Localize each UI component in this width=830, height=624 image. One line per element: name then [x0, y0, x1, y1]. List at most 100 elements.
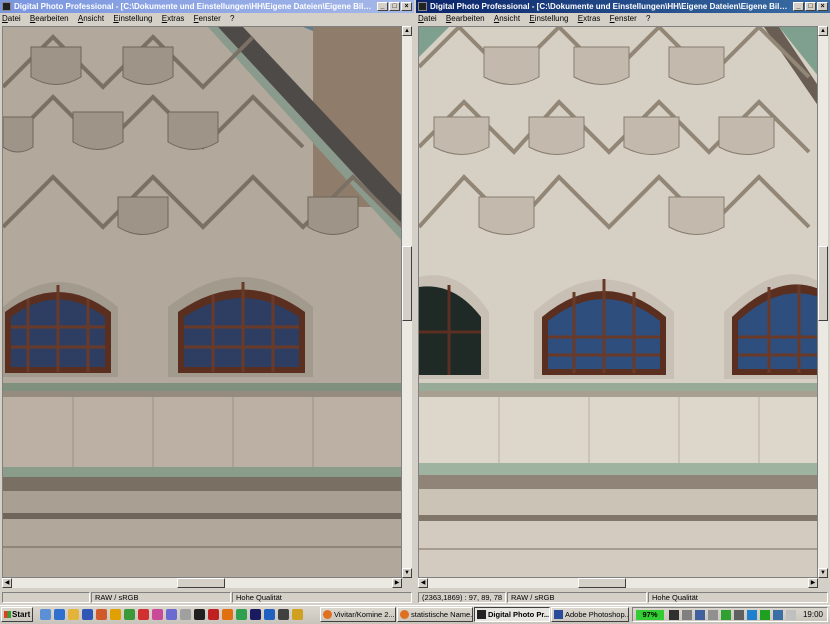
- app-icon[interactable]: [138, 609, 149, 620]
- tray-app-icon[interactable]: [695, 610, 705, 620]
- scroll-down-arrow-icon[interactable]: ▼: [818, 568, 828, 578]
- maximize-button[interactable]: □: [389, 2, 400, 11]
- app-icon[interactable]: [194, 609, 205, 620]
- app-icon[interactable]: [264, 609, 275, 620]
- task-label: Adobe Photoshop...: [565, 610, 629, 619]
- status-bar: RAW / sRGB Hohe Qualität: [0, 592, 414, 603]
- network-icon[interactable]: [773, 610, 783, 620]
- close-button[interactable]: ×: [401, 2, 412, 11]
- scroll-thumb[interactable]: [578, 578, 626, 588]
- menu-extras[interactable]: Extras: [162, 13, 185, 25]
- task-label: Digital Photo Pr...: [488, 610, 550, 619]
- image-preview-left[interactable]: [2, 26, 402, 578]
- taskbar-item-firefox-namen[interactable]: statistische Name...: [397, 607, 473, 622]
- ie-icon[interactable]: [54, 609, 65, 620]
- status-quality: Hohe Qualität: [232, 592, 412, 603]
- horizontal-scrollbar[interactable]: ◀ ▶: [2, 578, 402, 588]
- menu-einstellung[interactable]: Einstellung: [529, 13, 568, 25]
- title-bar[interactable]: Digital Photo Professional - [C:\Dokumen…: [0, 0, 414, 13]
- tray-app-icon[interactable]: [682, 610, 692, 620]
- scroll-thumb[interactable]: [177, 578, 225, 588]
- start-label: Start: [12, 610, 31, 619]
- image-preview-right[interactable]: [418, 26, 818, 578]
- outlook-icon[interactable]: [68, 609, 79, 620]
- minimize-button[interactable]: _: [377, 2, 388, 11]
- taskbar-item-photoshop[interactable]: Adobe Photoshop...: [551, 607, 629, 622]
- vertical-scrollbar[interactable]: ▲ ▼: [402, 26, 412, 578]
- status-color-mode: RAW / sRGB: [91, 592, 231, 603]
- app-icon[interactable]: [110, 609, 121, 620]
- menu-datei[interactable]: Datei: [418, 13, 437, 25]
- app-icon[interactable]: [250, 609, 261, 620]
- tray-app-icon[interactable]: [760, 610, 770, 620]
- scroll-up-arrow-icon[interactable]: ▲: [818, 26, 828, 36]
- menu-ansicht[interactable]: Ansicht: [494, 13, 520, 25]
- menu-ansicht[interactable]: Ansicht: [78, 13, 104, 25]
- taskbar-item-firefox-vivitar[interactable]: Vivitar/Komine 2....: [320, 607, 396, 622]
- menu-bearbeiten[interactable]: Bearbeiten: [446, 13, 485, 25]
- dpp-icon: [477, 610, 486, 619]
- tray-app-icon[interactable]: [721, 610, 731, 620]
- scroll-thumb[interactable]: [818, 246, 828, 321]
- media-icon[interactable]: [96, 609, 107, 620]
- tray-app-icon[interactable]: [708, 610, 718, 620]
- volume-icon[interactable]: [786, 610, 796, 620]
- maximize-button[interactable]: □: [805, 2, 816, 11]
- app-icon[interactable]: [208, 609, 219, 620]
- app-icon[interactable]: [236, 609, 247, 620]
- clock[interactable]: 19:00: [803, 608, 823, 622]
- task-label: Vivitar/Komine 2....: [334, 610, 396, 619]
- menu-extras[interactable]: Extras: [578, 13, 601, 25]
- dpp-window-right[interactable]: Digital Photo Professional - [C:\Dokumen…: [416, 0, 830, 605]
- scroll-right-arrow-icon[interactable]: ▶: [808, 578, 818, 588]
- tray-app-icon[interactable]: [747, 610, 757, 620]
- status-bar: (2363,1869) : 97, 89, 78 RAW / sRGB Hohe…: [416, 592, 830, 603]
- system-tray: 97% 19:00: [632, 607, 828, 622]
- app-icon[interactable]: [222, 609, 233, 620]
- window-title: Digital Photo Professional - [C:\Dokumen…: [430, 2, 790, 11]
- app-icon[interactable]: [152, 609, 163, 620]
- window-title: Digital Photo Professional - [C:\Dokumen…: [14, 2, 374, 11]
- facade-photo: [419, 27, 817, 577]
- scroll-right-arrow-icon[interactable]: ▶: [392, 578, 402, 588]
- app-icon[interactable]: [292, 609, 303, 620]
- menu-help[interactable]: ?: [646, 13, 650, 25]
- menu-einstellung[interactable]: Einstellung: [113, 13, 152, 25]
- horizontal-scrollbar[interactable]: ◀ ▶: [418, 578, 818, 588]
- scroll-left-arrow-icon[interactable]: ◀: [2, 578, 12, 588]
- scroll-up-arrow-icon[interactable]: ▲: [402, 26, 412, 36]
- taskbar-item-dpp[interactable]: Digital Photo Pr...: [474, 607, 550, 622]
- scroll-down-arrow-icon[interactable]: ▼: [402, 568, 412, 578]
- tray-app-icon[interactable]: [669, 610, 679, 620]
- firefox-icon: [323, 610, 332, 619]
- app-icon[interactable]: [124, 609, 135, 620]
- task-label: statistische Name...: [411, 610, 473, 619]
- dpp-window-left[interactable]: Digital Photo Professional - [C:\Dokumen…: [0, 0, 414, 605]
- battery-indicator[interactable]: 97%: [636, 610, 664, 620]
- menu-fenster[interactable]: Fenster: [194, 13, 221, 25]
- tray-app-icon[interactable]: [734, 610, 744, 620]
- windows-logo-icon: [4, 611, 11, 618]
- close-button[interactable]: ×: [817, 2, 828, 11]
- scroll-left-arrow-icon[interactable]: ◀: [418, 578, 428, 588]
- status-coords: (2363,1869) : 97, 89, 78: [418, 592, 506, 603]
- menu-fenster[interactable]: Fenster: [610, 13, 637, 25]
- vertical-scrollbar[interactable]: ▲ ▼: [818, 26, 828, 578]
- app-icon[interactable]: [278, 609, 289, 620]
- start-button[interactable]: Start: [1, 607, 33, 622]
- firefox-icon: [400, 610, 409, 619]
- menu-bearbeiten[interactable]: Bearbeiten: [30, 13, 69, 25]
- menu-bar: Datei Bearbeiten Ansicht Einstellung Ext…: [416, 13, 830, 25]
- menu-datei[interactable]: Datei: [2, 13, 21, 25]
- scroll-thumb[interactable]: [402, 246, 412, 321]
- minimize-button[interactable]: _: [793, 2, 804, 11]
- taskbar: Start Vivitar/Komine 2.... statistische …: [0, 605, 830, 624]
- app-icon[interactable]: [166, 609, 177, 620]
- status-quality: Hohe Qualität: [648, 592, 828, 603]
- desktop-icon[interactable]: [40, 609, 51, 620]
- word-icon[interactable]: [82, 609, 93, 620]
- title-bar[interactable]: Digital Photo Professional - [C:\Dokumen…: [416, 0, 830, 13]
- menu-help[interactable]: ?: [230, 13, 234, 25]
- app-icon[interactable]: [180, 609, 191, 620]
- status-coords: [2, 592, 90, 603]
